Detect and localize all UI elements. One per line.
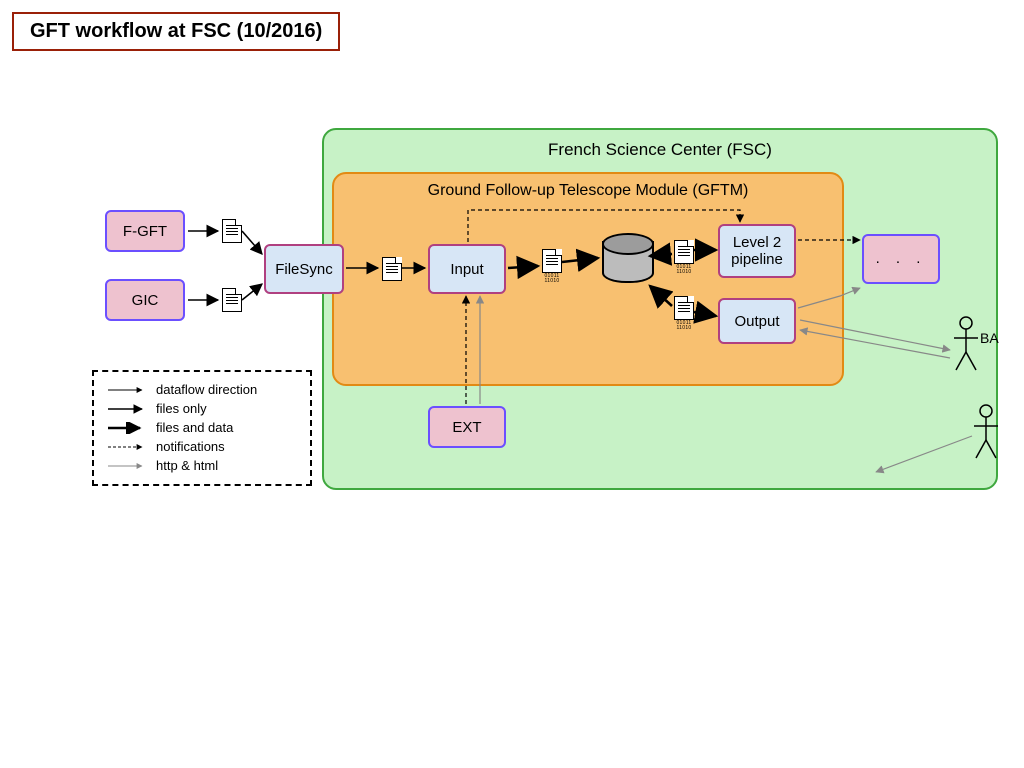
actor-user: [974, 404, 1008, 462]
gftm-container: Ground Follow-up Telescope Module (GFTM): [332, 172, 844, 386]
legend-files-only: files only: [156, 401, 298, 416]
database-icon: [602, 233, 650, 287]
node-ext: EXT: [428, 406, 506, 448]
node-ellipsis: . . .: [862, 234, 940, 284]
gftm-label: Ground Follow-up Telescope Module (GFTM): [334, 182, 842, 200]
file-bits-icon: 0101111010: [542, 249, 562, 273]
legend-notifications: notifications: [156, 439, 298, 454]
diagram-canvas: GFT workflow at FSC (10/2016) French Sci…: [0, 0, 1024, 768]
node-filesync: FileSync: [264, 244, 344, 294]
fsc-label: French Science Center (FSC): [324, 140, 996, 160]
legend-files-data: files and data: [156, 420, 298, 435]
node-gic: GIC: [105, 279, 185, 321]
node-input: Input: [428, 244, 506, 294]
file-bits-icon: 0101111010: [674, 296, 694, 320]
node-level2: Level 2 pipeline: [718, 224, 796, 278]
legend-dataflow: dataflow direction: [156, 382, 298, 397]
actor-ba-label: BA: [980, 330, 999, 346]
page-title: GFT workflow at FSC (10/2016): [12, 12, 340, 51]
legend: dataflow direction files only files and …: [92, 370, 312, 486]
node-fgft: F-GFT: [105, 210, 185, 252]
legend-http-html: http & html: [156, 458, 298, 473]
actor-ba: BA: [954, 316, 988, 374]
file-icon: [222, 288, 242, 312]
file-bits-icon: 0101111010: [674, 240, 694, 264]
file-icon: [222, 219, 242, 243]
node-output: Output: [718, 298, 796, 344]
file-icon: [382, 257, 402, 281]
